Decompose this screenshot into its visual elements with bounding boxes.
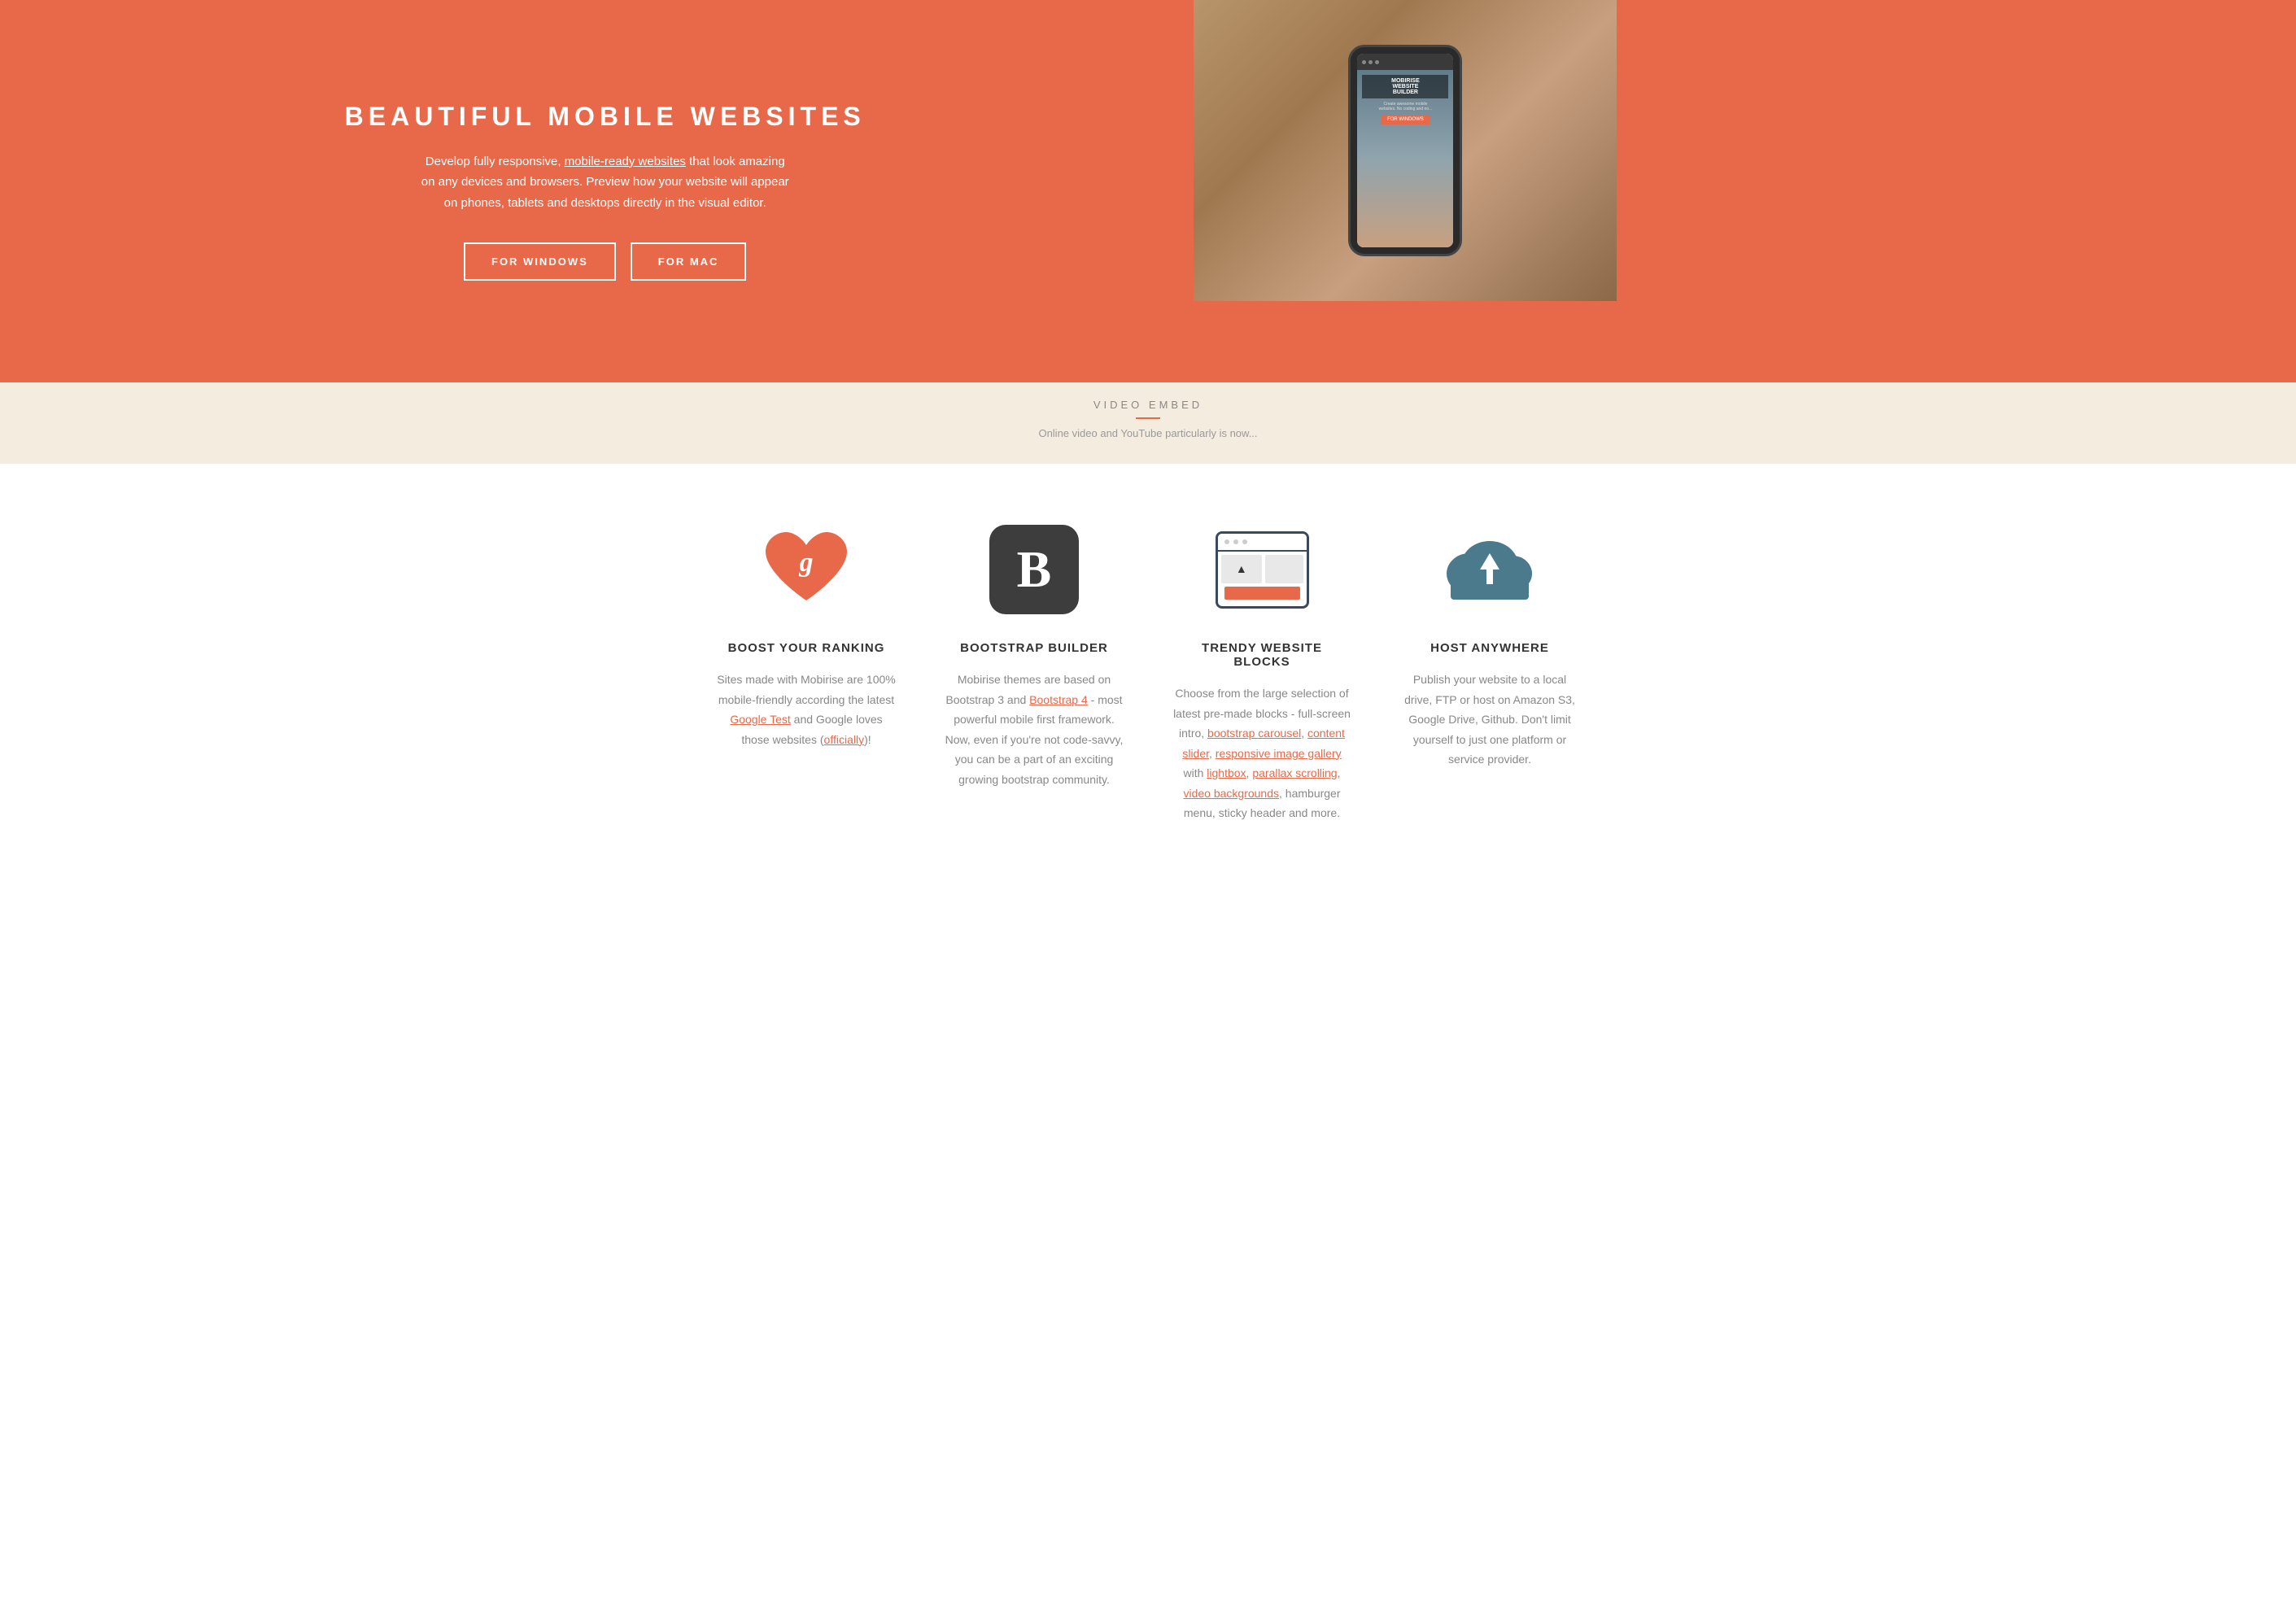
mac-button[interactable]: FOR MAC (631, 242, 747, 281)
blocks-titlebar (1218, 534, 1307, 552)
trendy-blocks-title: TRENDY WEBSITE BLOCKS (1172, 641, 1351, 669)
hero-phone-image: MOBIRISEWEBSITEBUILDER Create awesome mo… (1194, 0, 1617, 301)
boost-ranking-desc: Sites made with Mobirise are 100% mobile… (717, 670, 896, 749)
blocks-cursor-box: ▲ (1221, 555, 1263, 583)
host-anywhere-title: HOST ANYWHERE (1430, 641, 1549, 655)
hero-title: BEAUTIFUL MOBILE WEBSITES (345, 102, 866, 132)
bootstrap-carousel-link[interactable]: bootstrap carousel (1207, 727, 1301, 740)
blocks-side-fill (1265, 555, 1303, 583)
phone-dot-3 (1375, 60, 1379, 64)
svg-text:g: g (799, 548, 814, 578)
phone-dot-1 (1362, 60, 1366, 64)
video-embed-divider (1136, 417, 1160, 419)
feature-trendy-blocks: ▲ TRENDY WEBSITE BLOCKS Choose from the … (1148, 521, 1376, 823)
mobile-ready-link[interactable]: mobile-ready websites (565, 155, 686, 168)
phone-header-bar (1357, 54, 1453, 70)
cloud-icon-wrap (1441, 521, 1539, 618)
phone-simulation: MOBIRISEWEBSITEBUILDER Create awesome mo… (1194, 0, 1617, 301)
phone-windows-btn: FOR WINDOWS (1381, 115, 1430, 124)
lightbox-link[interactable]: lightbox (1207, 766, 1246, 779)
trendy-blocks-desc: Choose from the large selection of lates… (1172, 683, 1351, 823)
hero-buttons: FOR WINDOWS FOR MAC (464, 242, 746, 281)
responsive-gallery-link[interactable]: responsive image gallery (1216, 747, 1342, 760)
phone-content-area: MOBIRISEWEBSITEBUILDER Create awesome mo… (1357, 70, 1453, 247)
host-anywhere-desc: Publish your website to a local drive, F… (1400, 670, 1579, 770)
officially-link[interactable]: officially (824, 733, 865, 746)
blocks-dot-2 (1233, 539, 1238, 544)
blocks-dot-1 (1224, 539, 1229, 544)
hero-left: BEAUTIFUL MOBILE WEBSITES Develop fully … (0, 0, 1194, 382)
heart-google-icon: g (762, 529, 851, 610)
video-embed-label: VIDEO EMBED (1093, 399, 1203, 411)
feature-bootstrap-builder: B BOOTSTRAP BUILDER Mobirise themes are … (920, 521, 1148, 823)
feature-boost-ranking: g BOOST YOUR RANKING Sites made with Mob… (692, 521, 920, 823)
google-test-link[interactable]: Google Test (730, 713, 790, 726)
cursor-icon: ▲ (1236, 562, 1247, 575)
video-embed-strip: VIDEO EMBED Online video and YouTube par… (0, 382, 2296, 464)
blocks-bottom-bar (1224, 587, 1300, 600)
phone-dot-2 (1368, 60, 1373, 64)
hero-description: Develop fully responsive, mobile-ready w… (418, 151, 792, 214)
blocks-dot-3 (1242, 539, 1247, 544)
video-embed-text: Online video and YouTube particularly is… (1038, 427, 1257, 439)
bootstrap-icon-wrap: B (985, 521, 1083, 618)
hero-section: BEAUTIFUL MOBILE WEBSITES Develop fully … (0, 0, 2296, 382)
bootstrap-builder-title: BOOTSTRAP BUILDER (960, 641, 1108, 655)
cloud-upload-icon (1441, 529, 1539, 610)
browser-blocks-icon: ▲ (1216, 531, 1309, 609)
feature-host-anywhere: HOST ANYWHERE Publish your website to a … (1376, 521, 1604, 823)
bootstrap-builder-desc: Mobirise themes are based on Bootstrap 3… (945, 670, 1124, 789)
phone-device: MOBIRISEWEBSITEBUILDER Create awesome mo… (1348, 45, 1462, 256)
parallax-scrolling-link[interactable]: parallax scrolling (1252, 766, 1337, 779)
features-section: g BOOST YOUR RANKING Sites made with Mob… (0, 464, 2296, 872)
phone-screen: MOBIRISEWEBSITEBUILDER Create awesome mo… (1357, 54, 1453, 247)
phone-subtitle: Create awesome mobilewebsites. No coding… (1379, 102, 1433, 111)
windows-button[interactable]: FOR WINDOWS (464, 242, 616, 281)
blocks-top-row: ▲ (1221, 555, 1303, 583)
heart-icon-wrap: g (757, 521, 855, 618)
blocks-cursor-area: ▲ (1218, 552, 1307, 606)
phone-title-block: MOBIRISEWEBSITEBUILDER (1362, 75, 1448, 98)
hero-right: MOBIRISEWEBSITEBUILDER Create awesome mo… (1194, 0, 2296, 382)
video-backgrounds-link[interactable]: video backgrounds (1183, 787, 1279, 800)
boost-ranking-title: BOOST YOUR RANKING (728, 641, 885, 655)
bootstrap4-link[interactable]: Bootstrap 4 (1029, 693, 1088, 706)
blocks-icon-wrap: ▲ (1213, 521, 1311, 618)
bootstrap-b-icon: B (989, 525, 1079, 614)
